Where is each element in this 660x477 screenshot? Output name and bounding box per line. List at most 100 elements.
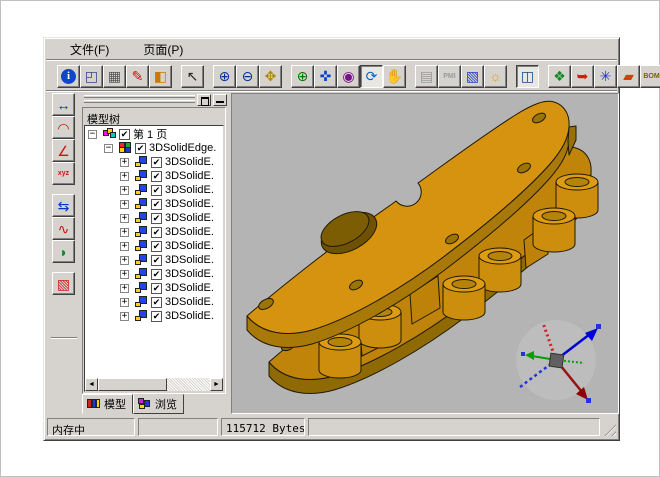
panel-minimize-button[interactable] bbox=[213, 94, 227, 106]
tree-expander[interactable]: + bbox=[120, 214, 129, 223]
tree-expander[interactable]: + bbox=[120, 186, 129, 195]
tree-label[interactable]: 3DSolidE. bbox=[165, 156, 214, 168]
scrollbar-track[interactable] bbox=[98, 378, 210, 391]
assembly-button[interactable]: ❖ bbox=[548, 65, 571, 88]
scroll-left-button[interactable]: ◄ bbox=[85, 378, 98, 391]
tree-expander[interactable]: + bbox=[120, 270, 129, 279]
info-button[interactable]: i bbox=[57, 65, 80, 88]
tree-checkbox[interactable]: ✔ bbox=[151, 297, 162, 308]
measure-curve-button[interactable]: ∿ bbox=[52, 217, 75, 240]
tree-label[interactable]: 3DSolidE. bbox=[165, 296, 214, 308]
markup-button[interactable]: ✎ bbox=[126, 65, 149, 88]
tree-checkbox[interactable]: ✔ bbox=[135, 143, 146, 154]
tab-browse[interactable]: 浏览 bbox=[133, 394, 184, 414]
measure-angle-button[interactable]: ∠ bbox=[52, 139, 75, 162]
tree-checkbox[interactable]: ✔ bbox=[119, 129, 130, 140]
measure-curve-icon: ∿ bbox=[58, 222, 70, 236]
roller bbox=[488, 252, 512, 261]
views-cube-button[interactable]: ▧ bbox=[461, 65, 484, 88]
options-button[interactable]: ◧ bbox=[149, 65, 172, 88]
tree-expander[interactable]: + bbox=[120, 172, 129, 181]
tree-row: + ✔3DSolidE. bbox=[85, 155, 223, 169]
resize-grip[interactable] bbox=[603, 423, 616, 436]
bom-icon: BOM bbox=[643, 73, 659, 80]
pan-button[interactable]: ✥ bbox=[259, 65, 282, 88]
zoom-in-button[interactable]: ⊕ bbox=[213, 65, 236, 88]
pan-hand-button[interactable]: ✋ bbox=[383, 65, 406, 88]
measure-area-button[interactable]: ◗ bbox=[52, 240, 75, 263]
tree-label[interactable]: 3DSolidE. bbox=[165, 268, 214, 280]
tree-label[interactable]: 3DSolidE. bbox=[165, 226, 214, 238]
zoom-out-button[interactable]: ⊖ bbox=[236, 65, 259, 88]
tree-expander[interactable]: + bbox=[120, 158, 129, 167]
tab-model[interactable]: 模型 bbox=[82, 394, 133, 414]
markup-icon: ✎ bbox=[132, 69, 144, 83]
tree-label[interactable]: 3DSolidE. bbox=[165, 310, 214, 322]
measure-radius-button[interactable]: ◠ bbox=[52, 116, 75, 139]
menu-file[interactable]: 文件(F) bbox=[66, 39, 113, 60]
tree-expander[interactable]: − bbox=[104, 144, 113, 153]
tree-checkbox[interactable]: ✔ bbox=[151, 269, 162, 280]
tree-label[interactable]: 3DSolidE. bbox=[165, 212, 214, 224]
tree-label[interactable]: 3DSolidE. bbox=[165, 240, 214, 252]
orbit-button[interactable]: ◉ bbox=[337, 65, 360, 88]
toolbar-separator bbox=[51, 337, 77, 338]
erase-part-button[interactable]: ▰ bbox=[617, 65, 640, 88]
tree-checkbox[interactable]: ✔ bbox=[151, 157, 162, 168]
tree-checkbox[interactable]: ✔ bbox=[151, 199, 162, 210]
tree-expander[interactable]: − bbox=[88, 130, 97, 139]
tree-checkbox[interactable]: ✔ bbox=[151, 185, 162, 196]
panel-restore-button[interactable] bbox=[197, 94, 211, 106]
orbit-icon: ◉ bbox=[342, 69, 354, 83]
menu-page[interactable]: 页面(P) bbox=[139, 39, 187, 60]
measure-distance-button[interactable]: ↔ bbox=[52, 93, 75, 116]
zoom-dynamic-button[interactable]: ✜ bbox=[314, 65, 337, 88]
select-button[interactable]: ↖ bbox=[181, 65, 204, 88]
tree-expander[interactable]: + bbox=[120, 312, 129, 321]
tree-checkbox[interactable]: ✔ bbox=[151, 213, 162, 224]
measure-min-distance-button[interactable]: ⇆ bbox=[52, 194, 75, 217]
tree-label[interactable]: 3DSolidE. bbox=[165, 198, 214, 210]
measure-bounding-box-button[interactable]: ▧ bbox=[52, 272, 75, 295]
print-button[interactable]: ▦ bbox=[103, 65, 126, 88]
notebook-button[interactable]: ◫ bbox=[516, 65, 539, 88]
light-button[interactable]: ☼ bbox=[484, 65, 507, 88]
roller bbox=[542, 212, 566, 221]
scroll-right-button[interactable]: ► bbox=[210, 378, 223, 391]
tree-checkbox[interactable]: ✔ bbox=[151, 311, 162, 322]
tree-expander[interactable]: + bbox=[120, 298, 129, 307]
tree-checkbox[interactable]: ✔ bbox=[151, 241, 162, 252]
tree-label[interactable]: 3DSolidE. bbox=[165, 282, 214, 294]
refresh-button[interactable]: ⟳ bbox=[360, 65, 383, 88]
tree-label[interactable]: 第 1 页 bbox=[133, 127, 167, 142]
move-part-icon: ➥ bbox=[577, 69, 589, 83]
tree-expander[interactable]: + bbox=[120, 284, 129, 293]
tree-expander[interactable]: + bbox=[120, 228, 129, 237]
tree-row: + ✔3DSolidE. bbox=[85, 281, 223, 295]
tree-checkbox[interactable]: ✔ bbox=[151, 255, 162, 266]
tree-expander[interactable]: + bbox=[120, 256, 129, 265]
tree-checkbox[interactable]: ✔ bbox=[151, 227, 162, 238]
tree-expander[interactable]: + bbox=[120, 200, 129, 209]
measure-coordinate-button[interactable]: xyz bbox=[52, 162, 75, 185]
tree-checkbox[interactable]: ✔ bbox=[151, 283, 162, 294]
part-icon bbox=[135, 282, 149, 294]
panel-grip[interactable] bbox=[84, 94, 227, 106]
part-icon bbox=[135, 240, 149, 252]
tree-checkbox[interactable]: ✔ bbox=[151, 171, 162, 182]
tree-label[interactable]: 3DSolidE. bbox=[165, 184, 214, 196]
tree-expander[interactable]: + bbox=[120, 242, 129, 251]
preview-button[interactable]: ◰ bbox=[80, 65, 103, 88]
tree-label[interactable]: 3DSolidE. bbox=[165, 254, 214, 266]
tree-label[interactable]: 3DSolidE. bbox=[165, 170, 214, 182]
zoom-window-button[interactable]: ⊕ bbox=[291, 65, 314, 88]
tree-row: − ✔第 1 页 bbox=[85, 127, 223, 141]
scrollbar-thumb[interactable] bbox=[98, 378, 167, 391]
bom-button[interactable]: BOM bbox=[640, 65, 660, 88]
3d-viewport[interactable] bbox=[231, 93, 619, 414]
toolbar-group: ⇆ ∿ ◗ bbox=[52, 194, 81, 263]
explode-button[interactable]: ✳ bbox=[594, 65, 617, 88]
move-part-button[interactable]: ➥ bbox=[571, 65, 594, 88]
tree-label[interactable]: 3DSolidEdge. bbox=[149, 142, 216, 154]
toolbar-group: i◰▦ ✎ ◧ bbox=[57, 65, 172, 88]
